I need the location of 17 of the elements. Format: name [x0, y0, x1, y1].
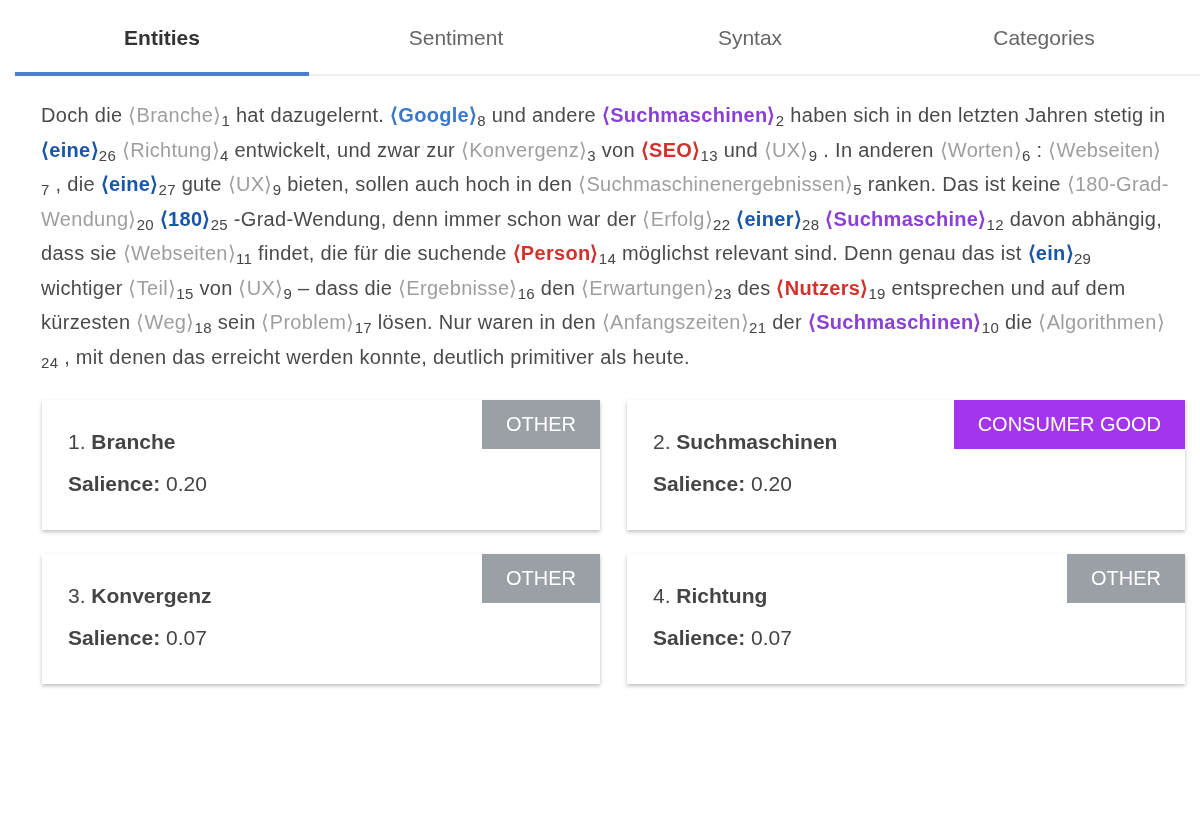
entity-type-badge: CONSUMER GOOD [953, 400, 1185, 449]
entity-title: 4. Richtung [653, 584, 769, 608]
salience-text: Salience: 0.20 [68, 472, 208, 496]
entity-type-badge: OTHER [1067, 554, 1185, 603]
tab[interactable]: Syntax [603, 0, 897, 76]
entity-type-badge: OTHER [482, 554, 600, 603]
entity-title: 3. Konvergenz [68, 584, 213, 608]
entity-type-badge: OTHER [482, 400, 600, 449]
salience-text: Salience: 0.07 [653, 626, 793, 650]
tab[interactable]: Categories [897, 0, 1191, 76]
entity-title: 1. Branche [68, 430, 177, 454]
tab[interactable]: Sentiment [309, 0, 603, 76]
salience-text: Salience: 0.20 [653, 472, 793, 496]
entity-title: 2. Suchmaschinen [653, 430, 839, 454]
annotated-paragraph: Doch die ⟨Branche⟩$_{1}$ hat dazugelernt. ⟨Google⟩$_{8}$ und andere ⟨Suchmaschinen⟩$_{2}$ haben sich in den letzten Jahren stetig in ⟨eine⟩$_{26}$ ⟨Richtung⟩$_{4}$ entwickelt, und zwar zur ⟨Konvergenz⟩$_{3}$ von ⟨SEO⟩$_{13}$ und ⟨UX⟩$_{9}$ . In anderen ⟨Worten⟩$_{6}$ : ⟨Webseiten⟩ $_{7}$ , die ⟨eine⟩$_{27}$ gute ⟨UX⟩$_{9}$ bieten, sollen auch hoch in den ⟨Suchmaschinenergebnissen⟩$_{5}$ ranken. Das ist keine ⟨180-Grad-Wendung⟩$_{20}$ ⟨180⟩$_{25}$ -Grad-Wendung, denn immer schon war der ⟨Erfolg⟩$_{22}$ ⟨einer⟩$_{28}$ ⟨Suchmaschine⟩$_{12}$ davon abhängig, dass sie ⟨Webseiten⟩$_{11}$ findet, die für die suchende ⟨Person⟩$_{14}$ möglichst relevant sind. Denn genau das ist ⟨ein⟩$_{29}$ wichtiger ⟨Teil⟩$_{15}$ von ⟨UX⟩$_{9}$ – dass die ⟨Ergebnisse⟩$_{16}$ den ⟨Erwartungen⟩$_{23}$ des ⟨Nutzers⟩$_{19}$ entsprechen und auf dem kürzesten ⟨Weg⟩$_{18}$ sein ⟨Problem⟩$_{17}$ lösen. Nur waren in den ⟨Anfangszeiten⟩$_{21}$ der ⟨Suchmaschinen⟩$_{10}$ die ⟨Algorithmen⟩ $_{24}$ , mit denen das erreicht werden konnte, deutlich primitiver als heute. [41, 103, 1170, 373]
tab[interactable]: Entities [15, 0, 309, 76]
salience-text: Salience: 0.07 [68, 626, 208, 650]
